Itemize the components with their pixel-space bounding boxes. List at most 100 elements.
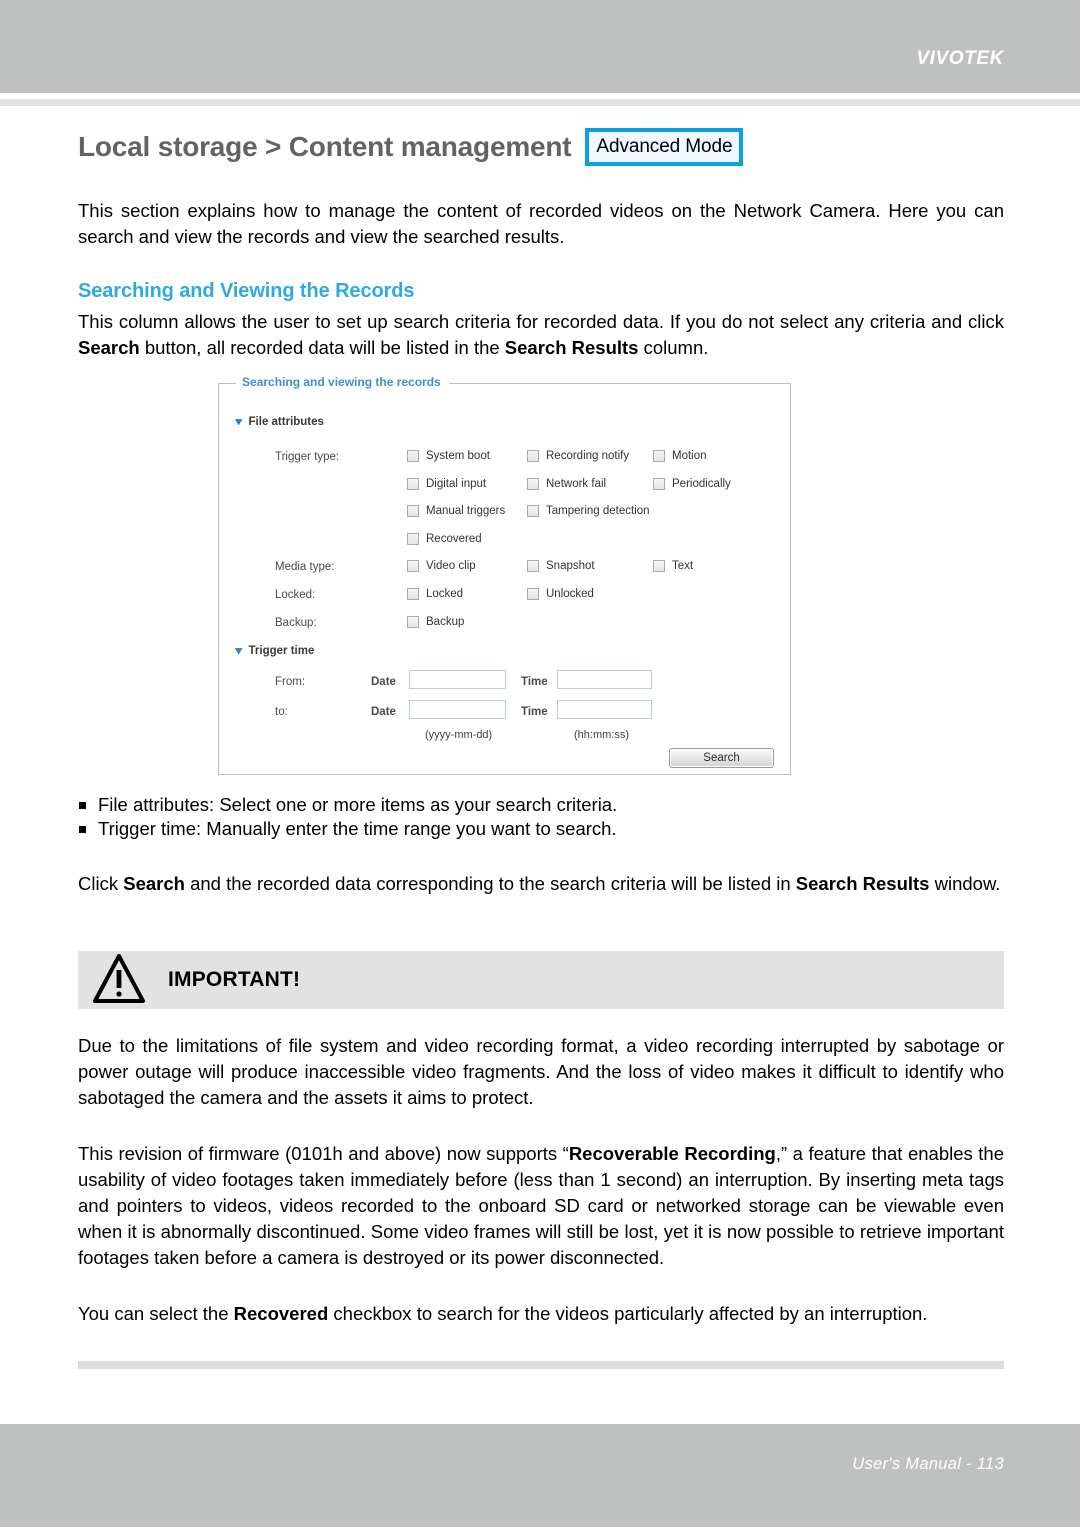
checkbox-manual-triggers[interactable]: Manual triggers — [407, 505, 505, 517]
checkbox-label: Manual triggers — [426, 505, 506, 517]
checkbox-unlocked[interactable]: Unlocked — [527, 588, 594, 600]
checkbox-locked[interactable]: Locked — [407, 588, 463, 600]
checkbox-label: System boot — [426, 450, 490, 462]
para-bold-search: Search — [78, 337, 140, 358]
searching-viewing-records-panel: Searching and viewing the records ▾ File… — [218, 375, 791, 775]
panel-legend: Searching and viewing the records — [236, 375, 449, 389]
section-intro-paragraph: This column allows the user to set up se… — [78, 309, 1004, 361]
to-date-input[interactable] — [409, 700, 506, 719]
checkbox-label: Unlocked — [546, 588, 594, 600]
from-time-input[interactable] — [557, 670, 652, 689]
checkbox-text[interactable]: Text — [653, 560, 693, 572]
label-from-time: Time — [521, 676, 548, 688]
checkbox-label: Locked — [426, 588, 464, 600]
header-divider-rule — [0, 99, 1080, 106]
list-item: Trigger time: Manually enter the time ra… — [78, 817, 1004, 841]
checkbox-tampering-detection[interactable]: Tampering detection — [527, 505, 650, 517]
checkbox-box-icon — [407, 450, 419, 462]
checkbox-recovered[interactable]: Recovered — [407, 533, 482, 545]
callout-paragraph-2: This revision of firmware (0101h and abo… — [78, 1141, 1004, 1271]
checkbox-box-icon — [527, 560, 539, 572]
checkbox-box-icon — [527, 588, 539, 600]
page-title-text: Local storage > Content management — [78, 131, 572, 163]
checkbox-box-icon — [407, 616, 419, 628]
group-file-attributes[interactable]: ▾ File attributes — [235, 415, 324, 428]
checkbox-label: Periodically — [672, 478, 731, 490]
para-bold-search-results: Search Results — [504, 337, 639, 358]
para-seg: and the recorded data corresponding to t… — [184, 873, 796, 894]
para-seg: checkbox to search for the videos partic… — [328, 1303, 928, 1324]
para-bold-search-results: Search Results — [795, 873, 930, 894]
checkbox-digital-input[interactable]: Digital input — [407, 478, 486, 490]
page-header-band: VIVOTEK — [0, 0, 1080, 93]
label-locked: Locked: — [275, 589, 316, 601]
checkbox-system-boot[interactable]: System boot — [407, 450, 490, 462]
vivotek-logo: VIVOTEK — [916, 48, 1004, 69]
date-format-hint: (yyyy-mm-dd) — [425, 729, 493, 741]
click-search-paragraph: Click Search and the recorded data corre… — [78, 871, 1004, 897]
important-callout: IMPORTANT! — [78, 951, 1004, 1009]
page-content: Local storage > Content management Advan… — [78, 128, 1004, 1369]
from-date-input[interactable] — [409, 670, 506, 689]
para-seg: This column allows the user to set up se… — [78, 311, 1004, 332]
checkbox-box-icon — [527, 478, 539, 490]
checkbox-video-clip[interactable]: Video clip — [407, 560, 476, 572]
label-to-time: Time — [521, 706, 548, 718]
label-media-type: Media type: — [275, 561, 335, 573]
page-footer-band: User's Manual - 113 — [0, 1424, 1080, 1527]
checkbox-periodically[interactable]: Periodically — [653, 478, 731, 490]
callout-paragraph-1: Due to the limitations of file system an… — [78, 1035, 1004, 1108]
to-time-input[interactable] — [557, 700, 652, 719]
para-seg: Click — [78, 873, 124, 894]
search-button[interactable]: Search — [669, 748, 774, 768]
checkbox-box-icon — [653, 450, 665, 462]
group-file-attributes-label: File attributes — [248, 416, 324, 428]
para-seg: window. — [929, 873, 1001, 894]
time-format-hint: (hh:mm:ss) — [574, 729, 629, 741]
checkbox-box-icon — [407, 505, 419, 517]
label-from: From: — [275, 676, 306, 688]
checkbox-motion[interactable]: Motion — [653, 450, 707, 462]
footer-page-label: User's Manual - 113 — [852, 1455, 1004, 1473]
list-item: File attributes: Select one or more item… — [78, 793, 1004, 817]
checkbox-label: Backup — [426, 616, 465, 628]
checkbox-label: Motion — [672, 450, 707, 462]
para-seg: You can select the — [78, 1303, 234, 1324]
checkbox-label: Recording notify — [546, 450, 630, 462]
chevron-down-icon: ▾ — [235, 644, 243, 657]
para-seg: This revision of firmware (0101h and abo… — [78, 1143, 569, 1164]
group-trigger-time[interactable]: ▾ Trigger time — [235, 644, 315, 657]
checkbox-box-icon — [407, 560, 419, 572]
callout-paragraph-3: You can select the Recovered checkbox to… — [78, 1301, 1004, 1327]
page-title: Local storage > Content management Advan… — [78, 128, 1004, 166]
callout-title: IMPORTANT! — [168, 968, 301, 991]
checkbox-backup[interactable]: Backup — [407, 616, 464, 628]
checkbox-label: Recovered — [426, 533, 482, 545]
checkbox-label: Network fail — [546, 478, 607, 490]
label-from-date: Date — [371, 676, 396, 688]
chevron-down-icon: ▾ — [235, 415, 243, 428]
checkbox-label: Snapshot — [546, 560, 595, 572]
label-backup: Backup: — [275, 617, 317, 629]
checkbox-label: Tampering detection — [546, 505, 650, 517]
checkbox-snapshot[interactable]: Snapshot — [527, 560, 595, 572]
para-seg: button, all recorded data will be listed… — [139, 337, 505, 358]
checkbox-label: Video clip — [426, 560, 476, 572]
checkbox-box-icon — [407, 533, 419, 545]
label-to: to: — [275, 706, 288, 718]
checkbox-label: Digital input — [426, 478, 487, 490]
checkbox-network-fail[interactable]: Network fail — [527, 478, 606, 490]
para-seg: column. — [638, 337, 709, 358]
checkbox-recording-notify[interactable]: Recording notify — [527, 450, 629, 462]
checkbox-box-icon — [527, 450, 539, 462]
advanced-mode-badge[interactable]: Advanced Mode — [585, 128, 744, 166]
label-trigger-type: Trigger type: — [275, 451, 340, 463]
bullet-list: File attributes: Select one or more item… — [78, 793, 1004, 841]
intro-paragraph: This section explains how to manage the … — [78, 200, 1004, 247]
checkbox-box-icon — [653, 560, 665, 572]
para-bold-search: Search — [123, 873, 185, 894]
group-trigger-time-label: Trigger time — [248, 645, 315, 657]
para-bold-recoverable-recording: Recoverable Recording — [568, 1143, 776, 1164]
label-to-date: Date — [371, 706, 396, 718]
checkbox-box-icon — [527, 505, 539, 517]
